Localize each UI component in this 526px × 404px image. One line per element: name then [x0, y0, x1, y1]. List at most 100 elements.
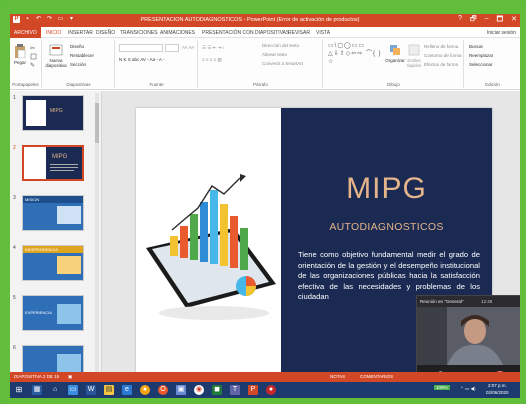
participant-silhouette — [417, 307, 520, 365]
font-size-select[interactable] — [165, 44, 179, 52]
sign-in-link[interactable]: Iniciar sesión — [487, 30, 516, 36]
slide-thumbnail-selected[interactable]: MIPG — [22, 145, 84, 181]
windows-start-icon[interactable]: ⊞ — [14, 385, 24, 395]
powerpoint-taskbar-icon[interactable]: P — [248, 385, 258, 395]
thumbnail-title: MISION — [25, 197, 40, 202]
paste-icon — [15, 44, 26, 58]
word-icon[interactable]: W — [86, 385, 96, 395]
tab-animations[interactable]: ANIMACIONES — [160, 30, 195, 36]
new-slide-button[interactable]: Nueva diapositiva — [45, 44, 67, 68]
battery-indicator[interactable]: 100% — [434, 385, 450, 390]
chart-tablet-illustration — [146, 174, 276, 320]
grow-shrink-font-icons[interactable]: A˄ A˅ — [182, 45, 194, 50]
close-button[interactable]: ✕ — [511, 15, 517, 26]
new-slide-icon — [49, 44, 63, 56]
clock-time[interactable]: 2:07 p.m. — [488, 383, 507, 388]
tab-insert[interactable]: INSERTAR — [68, 30, 93, 36]
convert-smartart-button[interactable]: Convertir a SmartArt — [262, 61, 303, 66]
home-icon[interactable]: ⌂ — [50, 385, 60, 395]
font-family-select[interactable] — [119, 44, 163, 52]
maximize-button[interactable]: 🗖 — [496, 15, 503, 26]
app-green-icon[interactable]: ◼ — [212, 385, 222, 395]
powerpoint-window: P ▪ ↶ ↷ ▭ ▾ PRESENTACION AUTODIAGNOSTICO… — [10, 14, 520, 398]
thumbnail-row[interactable]: 1 MIPG — [10, 95, 100, 135]
find-button[interactable]: Buscar — [469, 44, 483, 49]
tab-view[interactable]: VISTA — [316, 30, 330, 36]
thumbnail-row[interactable]: 4 INDEPENDENCIA — [10, 245, 100, 285]
app-icon[interactable]: ▣ — [176, 385, 186, 395]
section-button[interactable]: Sección — [70, 62, 86, 67]
file-explorer-icon[interactable]: ▤ — [104, 385, 114, 395]
notes-button[interactable]: NOTAS — [330, 374, 345, 379]
clock-date[interactable]: 02/06/2020 — [486, 390, 509, 395]
slides-group-label: Diapositivas — [66, 82, 91, 87]
tab-slideshow[interactable]: PRESENTACIÓN CON DIAPOSITIVAS — [202, 30, 289, 36]
text-direction-button[interactable]: Dirección del texto — [262, 43, 299, 48]
slide-thumbnail[interactable]: MISION — [22, 195, 84, 231]
firefox-icon[interactable]: ● — [140, 385, 150, 395]
reset-button[interactable]: Restablecer — [70, 53, 94, 58]
redo-icon[interactable]: ↷ — [46, 16, 53, 23]
computer-icon[interactable]: ▭ — [68, 385, 78, 395]
align-buttons[interactable]: ≡ ≡ ≡ ≡ ▥ — [202, 57, 222, 63]
select-button[interactable]: Seleccionar — [469, 62, 493, 67]
ribbon-display-button[interactable]: 🗗 — [470, 15, 477, 26]
undo-icon[interactable]: ↶ — [35, 16, 42, 23]
font-group: A˄ A˅ N K S abc AV - Aa - A - Fuente — [116, 40, 198, 88]
slide-subtitle[interactable]: AUTODIAGNOSTICOS — [281, 221, 492, 233]
font-group-label: Fuente — [149, 82, 164, 87]
cut-copy-icons[interactable]: ✂✎ — [30, 44, 38, 68]
quick-styles-label: Estilos rápidos — [406, 58, 422, 68]
tab-review[interactable]: REVISAR — [288, 30, 310, 36]
edge-icon[interactable]: e — [122, 385, 132, 395]
paste-label: Pegar — [13, 60, 26, 65]
tab-file[interactable]: ARCHIVO — [10, 27, 41, 38]
slide-title[interactable]: MIPG — [281, 172, 492, 206]
slide-thumbnail[interactable]: INDEPENDENCIA — [22, 245, 84, 281]
spellcheck-icon[interactable]: ▣ — [68, 374, 72, 380]
minimize-button[interactable]: – — [485, 15, 489, 26]
task-view-icon[interactable]: ▦ — [32, 385, 42, 395]
shapes-gallery[interactable]: ▭\▢◯▭▭ △⇩⇧◇⇦⇨ ⌒{ }☆ — [328, 42, 386, 66]
comments-button[interactable]: COMENTARIOS — [360, 374, 393, 379]
save-icon[interactable]: ▪ — [24, 16, 31, 23]
editing-group: Buscar Reemplazar Seleccionar Edición — [465, 40, 520, 88]
slides-group: Nueva diapositiva Diseño Restablecer Sec… — [43, 40, 115, 88]
shape-fill-button[interactable]: Relleno de forma — [424, 44, 458, 49]
tab-transitions[interactable]: TRANSICIONES — [120, 30, 158, 36]
opera-icon[interactable]: O — [158, 385, 168, 395]
replace-button[interactable]: Reemplazar — [469, 53, 493, 58]
thumbnail-scrollbar[interactable] — [95, 93, 99, 382]
tray-icons[interactable]: ⌃ ▭ ◀) — [460, 386, 475, 392]
tab-home[interactable]: INICIO — [46, 30, 61, 36]
thumbnail-row[interactable]: 2 MIPG — [10, 145, 100, 185]
title-bar: P ▪ ↶ ↷ ▭ ▾ PRESENTACION AUTODIAGNOSTICO… — [10, 14, 520, 27]
align-text-button[interactable]: Alinear texto — [262, 52, 287, 57]
slide-thumbnail[interactable]: MIPG — [22, 95, 84, 131]
thumbnail-row[interactable]: 3 MISION — [10, 195, 100, 235]
slide-thumbnail[interactable]: EXPERIENCIA — [22, 295, 84, 331]
tab-design[interactable]: DISEÑO — [96, 30, 115, 36]
help-button[interactable]: ? — [458, 15, 462, 26]
list-buttons[interactable]: ☰ ☰ ⇤ ⇥ ↕ — [202, 45, 225, 51]
thumbnail-row[interactable]: 5 EXPERIENCIA — [10, 295, 100, 335]
shape-effects-button[interactable]: Efectos de forma — [424, 62, 458, 67]
chrome-icon[interactable]: ◉ — [194, 385, 204, 395]
arrange-label: Organizar — [385, 58, 405, 63]
font-format-buttons[interactable]: N K S abc AV - Aa - A - — [119, 57, 164, 62]
customize-toolbar-icon[interactable]: ▾ — [68, 16, 75, 23]
drawing-group-label: Dibujo — [387, 82, 400, 87]
arrange-icon — [390, 45, 400, 55]
scrollbar-thumb[interactable] — [95, 103, 99, 143]
arrange-button[interactable]: Organizar — [384, 44, 406, 63]
record-icon[interactable]: ● — [266, 385, 276, 395]
window-controls: ? 🗗 – 🗖 ✕ — [458, 15, 517, 26]
quick-styles-button[interactable]: Estilos rápidos — [406, 44, 422, 68]
thumbnail-title: MIPG — [52, 154, 68, 160]
slide-image-area — [136, 108, 281, 373]
layout-button[interactable]: Diseño — [70, 44, 84, 49]
start-slideshow-icon[interactable]: ▭ — [57, 16, 64, 23]
teams-icon[interactable]: T — [230, 385, 240, 395]
paste-button[interactable]: Pegar — [12, 44, 28, 65]
shape-outline-button[interactable]: Contorno de forma — [424, 53, 462, 58]
